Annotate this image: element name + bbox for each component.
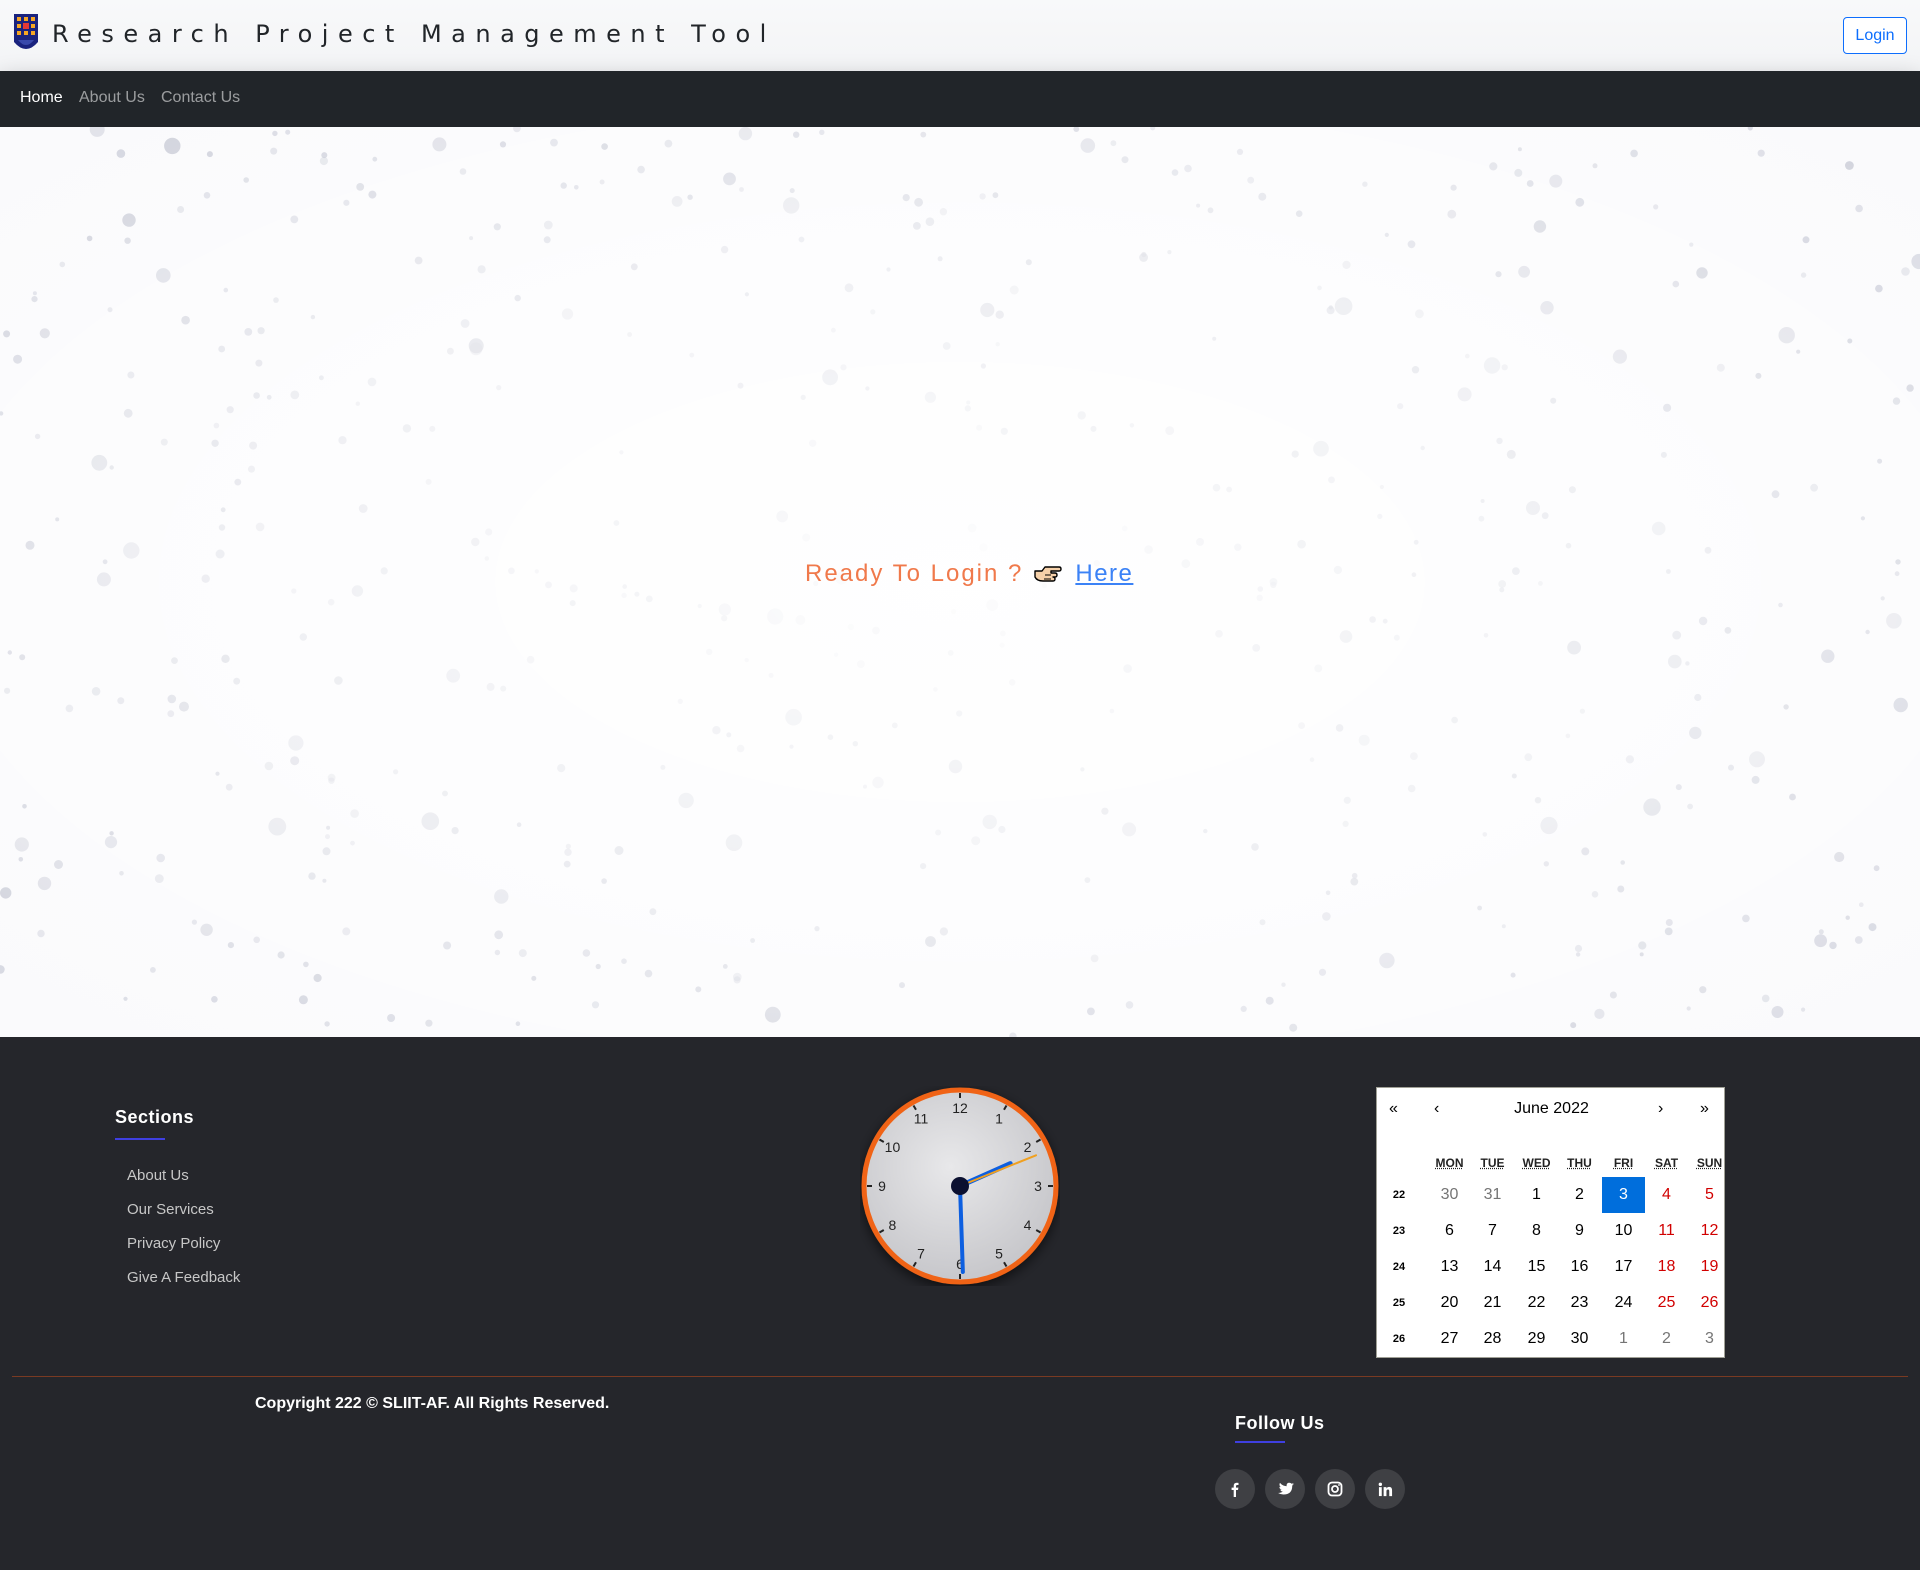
hero-section: Ready To Login ? Here xyxy=(0,127,1920,1037)
footer-link-about-us[interactable]: About Us xyxy=(127,1167,189,1184)
calendar-weekday: SAT xyxy=(1654,1156,1679,1170)
calendar-day[interactable]: 8 xyxy=(1515,1213,1558,1249)
calendar-day[interactable]: 31 xyxy=(1471,1177,1514,1213)
calendar-day[interactable]: 6 xyxy=(1428,1213,1471,1249)
calendar-day[interactable]: 2 xyxy=(1558,1177,1601,1213)
instagram-icon[interactable] xyxy=(1315,1469,1355,1509)
calendar-last-button[interactable]: » xyxy=(1700,1100,1709,1118)
calendar-day[interactable]: 30 xyxy=(1558,1321,1601,1357)
calendar-day[interactable]: 17 xyxy=(1602,1249,1645,1285)
calendar-day[interactable]: 27 xyxy=(1428,1321,1471,1357)
calendar-week-number: 25 xyxy=(1392,1297,1406,1309)
login-here-link[interactable]: Here xyxy=(1075,560,1133,588)
clock-numeral: 12 xyxy=(952,1100,968,1116)
calendar-day[interactable]: 18 xyxy=(1645,1249,1688,1285)
calendar-day[interactable]: 1 xyxy=(1602,1321,1645,1357)
calendar-weekday: FRI xyxy=(1613,1156,1634,1170)
clock-numeral: 11 xyxy=(914,1110,929,1126)
login-button[interactable]: Login xyxy=(1843,17,1907,54)
follow-us-underline xyxy=(1235,1441,1285,1443)
linkedin-icon[interactable] xyxy=(1365,1469,1405,1509)
clock-numeral: 4 xyxy=(1024,1217,1032,1233)
follow-us-heading: Follow Us xyxy=(1235,1413,1325,1433)
calendar-day[interactable]: 3 xyxy=(1602,1177,1645,1213)
calendar-day[interactable]: 26 xyxy=(1688,1285,1731,1321)
calendar-week-number: 24 xyxy=(1392,1261,1406,1273)
clock-minute-hand xyxy=(958,1184,965,1274)
calendar-day[interactable]: 13 xyxy=(1428,1249,1471,1285)
calendar-day[interactable]: 12 xyxy=(1688,1213,1731,1249)
login-prompt-text: Ready To Login ? xyxy=(805,560,1024,587)
calendar-weekday: SUN xyxy=(1696,1156,1723,1170)
sections-heading: Sections xyxy=(115,1107,195,1127)
clock-numeral: 8 xyxy=(889,1217,897,1233)
clock-numeral: 7 xyxy=(917,1246,925,1262)
footer-link-give-feedback[interactable]: Give A Feedback xyxy=(127,1269,240,1286)
calendar-day[interactable]: 28 xyxy=(1471,1321,1514,1357)
calendar-day[interactable]: 7 xyxy=(1471,1213,1514,1249)
nav-contact-us[interactable]: Contact Us xyxy=(161,89,240,107)
calendar-day[interactable]: 16 xyxy=(1558,1249,1601,1285)
calendar-weekday: TUE xyxy=(1480,1156,1505,1170)
calendar-day[interactable]: 4 xyxy=(1645,1177,1688,1213)
calendar-week-number: 22 xyxy=(1392,1189,1406,1201)
footer-link-our-services[interactable]: Our Services xyxy=(127,1201,214,1218)
calendar-month-title[interactable]: June 2022 xyxy=(1377,1100,1726,1118)
clock-numeral: 5 xyxy=(995,1246,1003,1262)
calendar-next-button[interactable]: › xyxy=(1658,1100,1663,1118)
calendar-day[interactable]: 30 xyxy=(1428,1177,1471,1213)
calendar-day[interactable]: 20 xyxy=(1428,1285,1471,1321)
clock-numeral: 9 xyxy=(878,1178,886,1194)
sliit-logo-icon[interactable] xyxy=(12,12,40,56)
calendar-day[interactable]: 5 xyxy=(1688,1177,1731,1213)
footer-divider xyxy=(12,1376,1908,1377)
calendar-day[interactable]: 9 xyxy=(1558,1213,1601,1249)
copyright-text: Copyright 222 © SLIIT-AF. All Rights Res… xyxy=(255,1395,610,1412)
analog-clock: 121234567891011 xyxy=(861,1087,1059,1285)
calendar-day[interactable]: 10 xyxy=(1602,1213,1645,1249)
calendar-weekday: WED xyxy=(1522,1156,1551,1170)
calendar-week-number: 26 xyxy=(1392,1333,1406,1345)
calendar-widget: « ‹ June 2022 › » MON TUE WED THU FRI SAT SUN 2… xyxy=(1376,1087,1725,1358)
calendar-day[interactable]: 15 xyxy=(1515,1249,1558,1285)
top-header: Research Project Management Tool Login xyxy=(0,0,1920,71)
calendar-day[interactable]: 23 xyxy=(1558,1285,1601,1321)
clock-numeral: 10 xyxy=(885,1139,901,1155)
calendar-day[interactable]: 19 xyxy=(1688,1249,1731,1285)
calendar-day[interactable]: 1 xyxy=(1515,1177,1558,1213)
clock-center-pin xyxy=(951,1177,969,1195)
calendar-day[interactable]: 25 xyxy=(1645,1285,1688,1321)
clock-numeral: 1 xyxy=(995,1110,1003,1126)
clock-numeral: 3 xyxy=(1034,1178,1042,1194)
clock-numeral: 2 xyxy=(1024,1139,1032,1155)
calendar-weekday: MON xyxy=(1435,1156,1464,1170)
main-navbar: Home About Us Contact Us xyxy=(0,71,1920,127)
login-prompt: Ready To Login ? Here xyxy=(805,560,1133,588)
nav-home[interactable]: Home xyxy=(20,89,63,107)
sections-underline xyxy=(115,1138,165,1140)
calendar-day[interactable]: 14 xyxy=(1471,1249,1514,1285)
calendar-day[interactable]: 24 xyxy=(1602,1285,1645,1321)
calendar-day[interactable]: 21 xyxy=(1471,1285,1514,1321)
calendar-day[interactable]: 22 xyxy=(1515,1285,1558,1321)
calendar-weekday: THU xyxy=(1567,1156,1592,1170)
footer-link-privacy-policy[interactable]: Privacy Policy xyxy=(127,1235,220,1252)
app-title: Research Project Management Tool xyxy=(52,20,776,48)
calendar-day[interactable]: 11 xyxy=(1645,1213,1688,1249)
calendar-day[interactable]: 29 xyxy=(1515,1321,1558,1357)
calendar-week-number: 23 xyxy=(1392,1225,1406,1237)
facebook-icon[interactable] xyxy=(1215,1469,1255,1509)
nav-about-us[interactable]: About Us xyxy=(79,89,145,107)
pointing-hand-icon xyxy=(1034,566,1063,582)
twitter-icon[interactable] xyxy=(1265,1469,1305,1509)
calendar-day[interactable]: 3 xyxy=(1688,1321,1731,1357)
calendar-day[interactable]: 2 xyxy=(1645,1321,1688,1357)
